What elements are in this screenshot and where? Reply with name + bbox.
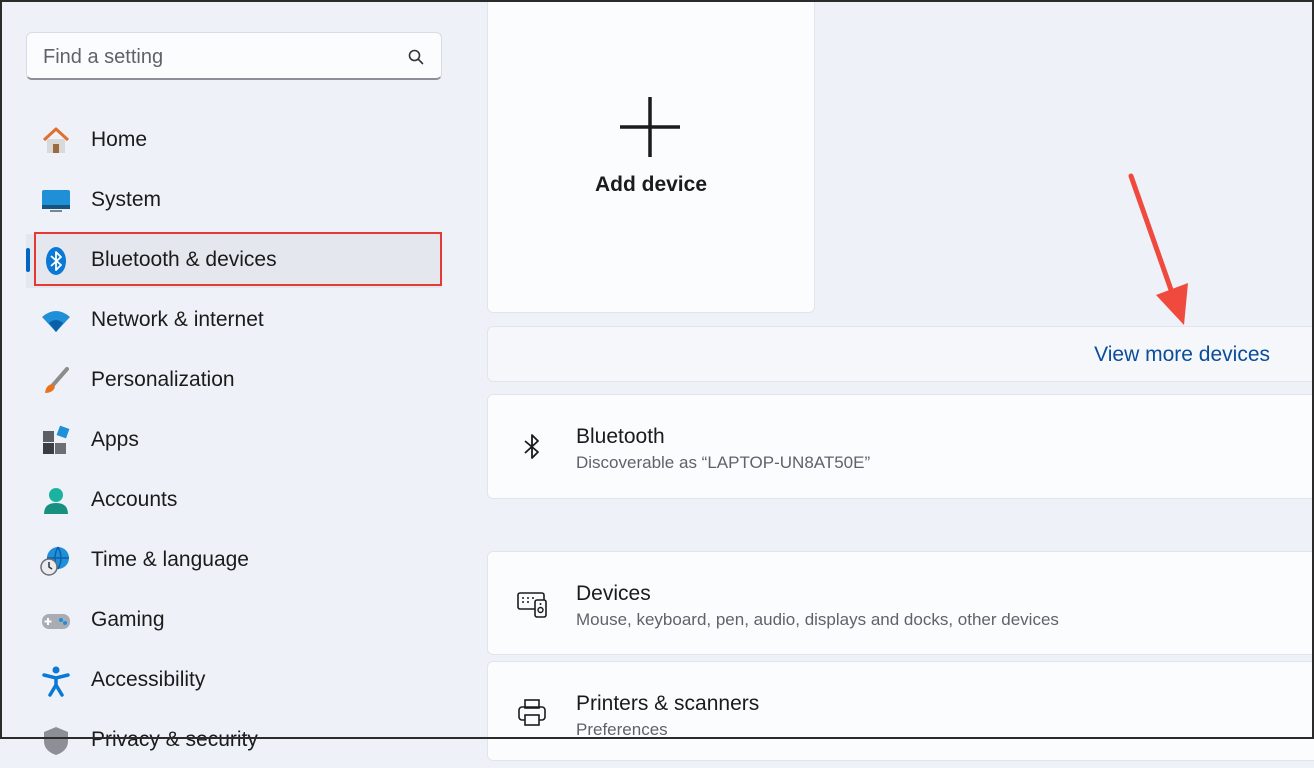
user-icon [44, 488, 68, 514]
sidebar-item-label: Time & language [91, 548, 249, 571]
sidebar: Find a setting Home System Bluetooth & d… [0, 0, 470, 755]
view-more-devices-link[interactable]: View more devices [1094, 343, 1270, 367]
plus-icon [620, 97, 680, 157]
sidebar-item-label: System [91, 188, 162, 211]
printers-subtitle: Preferences [576, 720, 668, 739]
add-device-card[interactable]: Add device [487, 0, 815, 313]
sidebar-item-label: Accounts [91, 488, 178, 511]
gamepad-icon [42, 614, 70, 629]
bluetooth-row[interactable]: Bluetooth Discoverable as “LAPTOP-UN8AT5… [487, 394, 1314, 499]
sidebar-item-personalization[interactable]: Personalization [26, 354, 442, 408]
sidebar-item-label: Network & internet [91, 308, 264, 331]
accessibility-icon [42, 666, 70, 697]
sidebar-item-time-language[interactable]: Time & language [26, 534, 442, 588]
sidebar-item-accounts[interactable]: Accounts [26, 474, 442, 528]
highlight-box [34, 232, 442, 286]
sidebar-item-privacy-security[interactable]: Privacy & security [26, 714, 442, 768]
sidebar-item-label: Accessibility [91, 668, 206, 691]
bluetooth-title: Bluetooth [576, 425, 665, 448]
sidebar-item-label: Privacy & security [91, 728, 258, 751]
bluetooth-icon [524, 434, 539, 459]
sidebar-item-label: Personalization [91, 368, 235, 391]
printer-icon [518, 699, 546, 726]
brush-icon [45, 367, 69, 393]
sidebar-item-apps[interactable]: Apps [26, 414, 442, 468]
search-placeholder[interactable]: Find a setting [43, 46, 163, 69]
wifi-icon [42, 311, 70, 332]
devices-subtitle: Mouse, keyboard, pen, audio, displays an… [576, 610, 1059, 629]
sidebar-item-system[interactable]: System [26, 174, 442, 228]
search-box[interactable]: Find a setting [26, 32, 442, 80]
shield-icon [44, 727, 68, 755]
sidebar-item-label: Apps [91, 428, 139, 451]
printers-row[interactable]: Printers & scanners Preferences [487, 661, 1314, 761]
apps-icon [43, 425, 70, 454]
keyboard-speaker-icon [517, 592, 547, 618]
annotation-arrow [1128, 173, 1188, 325]
selection-indicator [26, 248, 30, 272]
devices-title: Devices [576, 582, 651, 605]
devices-row[interactable]: Devices Mouse, keyboard, pen, audio, dis… [487, 551, 1314, 655]
globe-clock-icon [40, 546, 69, 576]
sidebar-item-home[interactable]: Home [26, 114, 442, 168]
add-device-label: Add device [594, 173, 708, 196]
monitor-icon [42, 190, 70, 212]
printers-title: Printers & scanners [576, 692, 760, 715]
sidebar-item-network-internet[interactable]: Network & internet [26, 294, 442, 348]
bluetooth-subtitle: Discoverable as “LAPTOP-UN8AT50E” [576, 453, 871, 472]
sidebar-item-gaming[interactable]: Gaming [26, 594, 442, 648]
sidebar-item-label: Home [91, 128, 148, 151]
search-icon[interactable] [407, 48, 425, 66]
sidebar-item-accessibility[interactable]: Accessibility [26, 654, 442, 708]
home-icon [42, 127, 70, 153]
sidebar-item-label: Gaming [91, 608, 165, 631]
